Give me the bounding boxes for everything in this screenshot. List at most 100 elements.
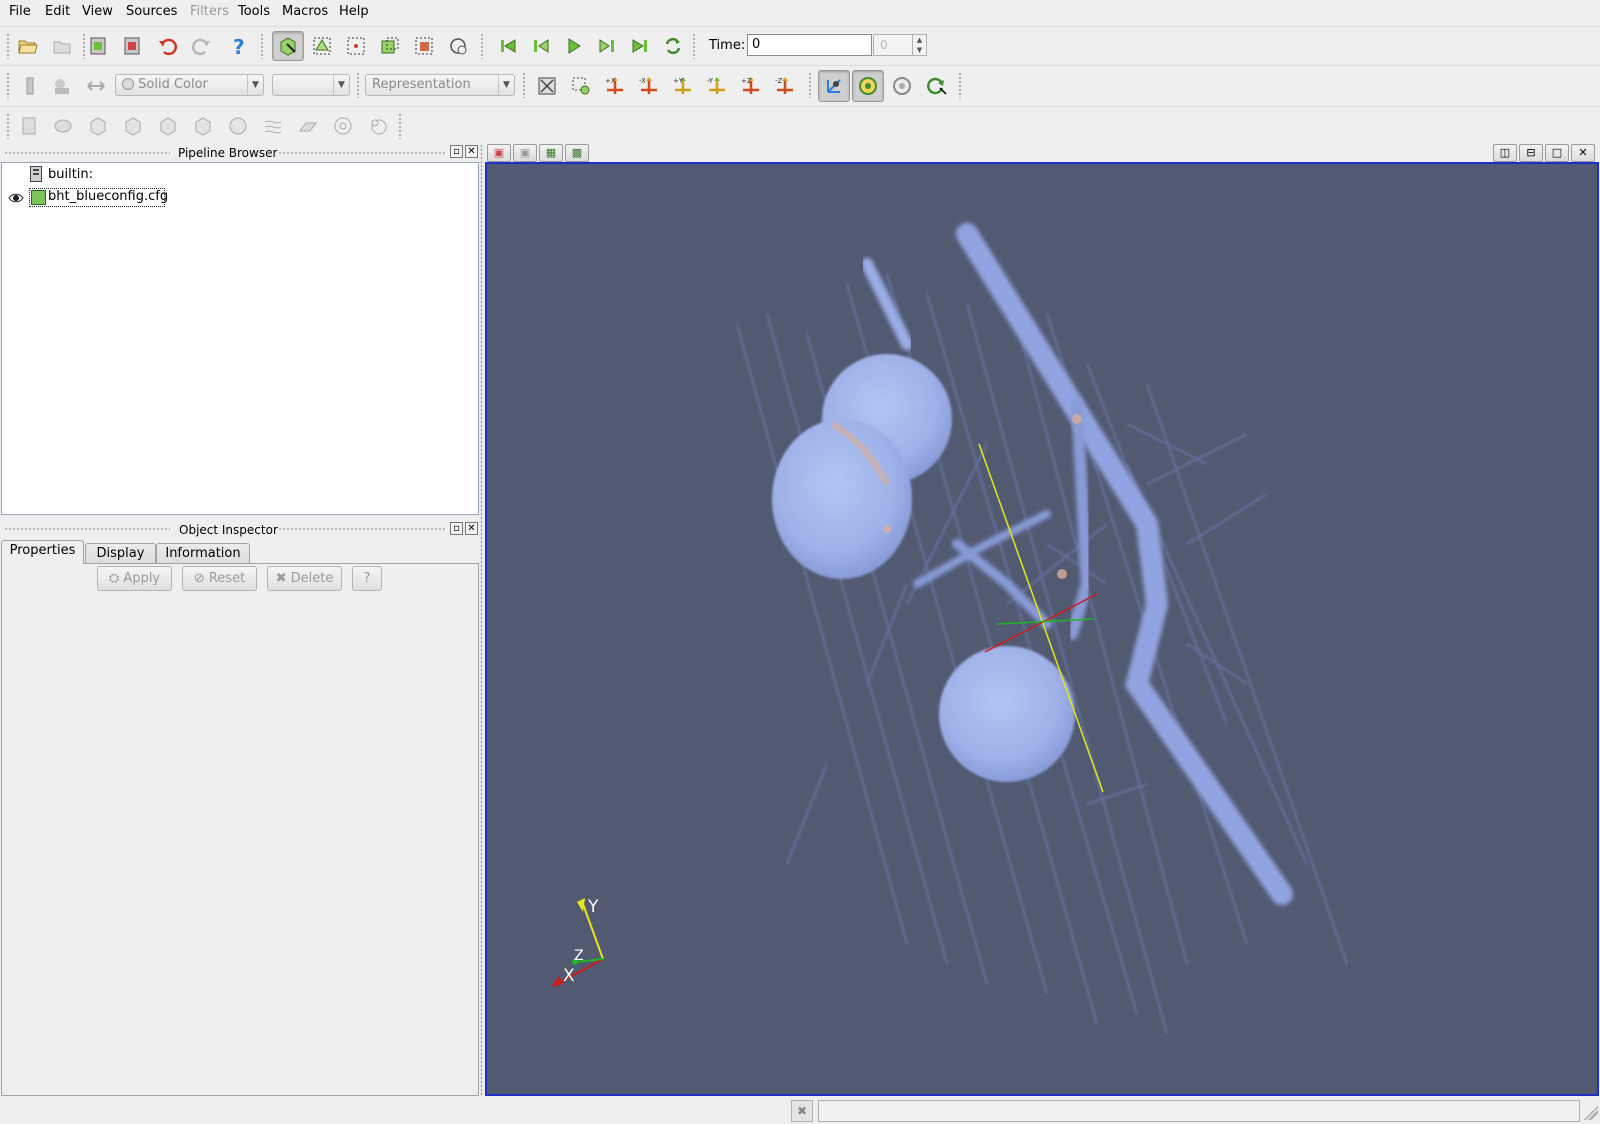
menu-filters[interactable]: Filters: [190, 4, 229, 19]
camera-pos-y-button[interactable]: +Y: [669, 72, 697, 100]
spin-arrows-icon[interactable]: ▲ ▼: [912, 35, 926, 55]
color-legend-button[interactable]: [16, 72, 44, 100]
show-orientation-axes-button[interactable]: [818, 70, 850, 102]
edit-color-map-button[interactable]: [48, 72, 76, 100]
camera-pos-x-button[interactable]: +X: [601, 72, 629, 100]
show-center-button[interactable]: [852, 70, 884, 102]
toolbar-grip[interactable]: [692, 33, 696, 59]
interact-mode-button[interactable]: [272, 31, 304, 61]
threshold-filter-button[interactable]: [154, 112, 182, 140]
menu-macros[interactable]: Macros: [282, 4, 328, 19]
split-vertical-button[interactable]: ⊟: [1519, 144, 1543, 162]
previous-frame-button[interactable]: [527, 32, 555, 60]
redo-button[interactable]: [187, 32, 215, 60]
float-panel-icon[interactable]: ▫: [450, 145, 463, 158]
menu-help[interactable]: Help: [339, 4, 369, 19]
stream-tracer-filter-button[interactable]: [259, 112, 287, 140]
open-file-button[interactable]: [14, 32, 42, 60]
select-block-button[interactable]: [410, 32, 438, 60]
rotate-center-button[interactable]: [922, 72, 950, 100]
extract-subset-filter-button[interactable]: [189, 112, 217, 140]
capture-view-button[interactable]: ▣: [487, 144, 511, 162]
pipeline-item-bht-blueconfig[interactable]: bht_blueconfig.cfg: [48, 189, 168, 204]
toolbar-grip[interactable]: [522, 72, 526, 98]
calculator-filter-button[interactable]: [15, 112, 43, 140]
toolbar-grip[interactable]: [6, 33, 10, 59]
delete-button[interactable]: ✖ Delete: [267, 566, 342, 591]
select-cells-button[interactable]: [342, 32, 370, 60]
camera-neg-x-button[interactable]: -X: [635, 72, 663, 100]
dock-grip[interactable]: [278, 527, 446, 531]
toolbar-grip[interactable]: [356, 72, 360, 98]
camera-pos-z-button[interactable]: +Z: [737, 72, 765, 100]
menu-view[interactable]: View: [82, 4, 113, 19]
zoom-to-box-button[interactable]: [567, 72, 595, 100]
clip-filter-button[interactable]: [84, 112, 112, 140]
menu-sources[interactable]: Sources: [126, 4, 177, 19]
clear-progress-button[interactable]: ✖: [791, 1100, 813, 1122]
play-button[interactable]: [560, 32, 588, 60]
tab-properties[interactable]: Properties: [1, 540, 84, 564]
toolbar-grip[interactable]: [260, 33, 264, 59]
pipeline-browser[interactable]: builtin: bht_blueconfig.cfg: [1, 162, 479, 515]
rescale-range-button[interactable]: [82, 72, 110, 100]
last-frame-button[interactable]: [626, 32, 654, 60]
select-points-button[interactable]: [308, 32, 336, 60]
first-frame-button[interactable]: [494, 32, 522, 60]
warp-filter-button[interactable]: [294, 112, 322, 140]
camera-neg-y-button[interactable]: -Y: [703, 72, 731, 100]
next-frame-button[interactable]: [593, 32, 621, 60]
component-dropdown[interactable]: ▼: [272, 74, 350, 96]
camera-neg-z-button[interactable]: -Z: [771, 72, 799, 100]
close-panel-icon[interactable]: ✕: [465, 522, 478, 535]
select-frustum-button[interactable]: [376, 32, 404, 60]
eye-icon[interactable]: [8, 192, 24, 204]
loop-button[interactable]: [659, 32, 687, 60]
reset-center-button[interactable]: [888, 72, 916, 100]
group-datasets-button[interactable]: [329, 112, 357, 140]
time-input[interactable]: 0: [747, 34, 872, 56]
pick-center-button[interactable]: [444, 32, 472, 60]
menu-file[interactable]: File: [9, 4, 31, 19]
view-settings-button[interactable]: ▩: [565, 144, 589, 162]
contour-filter-button[interactable]: [49, 112, 77, 140]
close-panel-icon[interactable]: ✕: [465, 145, 478, 158]
toolbar-grip[interactable]: [6, 72, 10, 98]
render-canvas[interactable]: Y X Z: [487, 164, 1597, 1094]
pipeline-item-builtin[interactable]: builtin:: [48, 167, 93, 182]
spreadsheet-view-button[interactable]: ▦: [539, 144, 563, 162]
panel-splitter[interactable]: [480, 144, 483, 1096]
reset-camera-button[interactable]: [533, 72, 561, 100]
menu-edit[interactable]: Edit: [45, 4, 70, 19]
close-view-button[interactable]: ✕: [1571, 144, 1595, 162]
inspector-help-button[interactable]: ?: [352, 566, 382, 591]
dock-grip[interactable]: [4, 527, 170, 531]
toolbar-grip[interactable]: [808, 72, 812, 98]
tab-display[interactable]: Display: [85, 543, 156, 564]
toolbar-grip[interactable]: [958, 72, 962, 98]
float-panel-icon[interactable]: ▫: [450, 522, 463, 535]
help-button[interactable]: ?: [225, 32, 253, 60]
dock-grip[interactable]: [4, 151, 170, 155]
undo-button[interactable]: [154, 32, 182, 60]
apply-button[interactable]: ⛭ Apply: [97, 566, 172, 591]
split-horizontal-button[interactable]: ◫: [1493, 144, 1517, 162]
connect-button[interactable]: [84, 32, 112, 60]
dock-grip[interactable]: [278, 151, 446, 155]
menu-tools[interactable]: Tools: [238, 4, 270, 19]
tab-information[interactable]: Information: [156, 543, 250, 564]
toolbar-grip[interactable]: [6, 113, 10, 139]
render-view[interactable]: Y X Z: [485, 162, 1599, 1096]
slice-filter-button[interactable]: [119, 112, 147, 140]
resize-grip[interactable]: [1584, 1106, 1598, 1120]
time-step-spinbox[interactable]: 0 ▲ ▼: [873, 34, 927, 56]
disconnect-button[interactable]: [48, 32, 76, 60]
maximize-view-button[interactable]: □: [1545, 144, 1569, 162]
reset-button[interactable]: ⊘ Reset: [182, 566, 257, 591]
disconnect-server-button[interactable]: [118, 32, 146, 60]
lookmark-button[interactable]: ▣: [513, 144, 537, 162]
color-by-dropdown[interactable]: Solid Color ▼: [115, 74, 264, 96]
representation-dropdown[interactable]: Representation ▼: [365, 74, 515, 96]
toolbar-grip[interactable]: [398, 113, 402, 139]
extract-level-button[interactable]: [364, 112, 392, 140]
